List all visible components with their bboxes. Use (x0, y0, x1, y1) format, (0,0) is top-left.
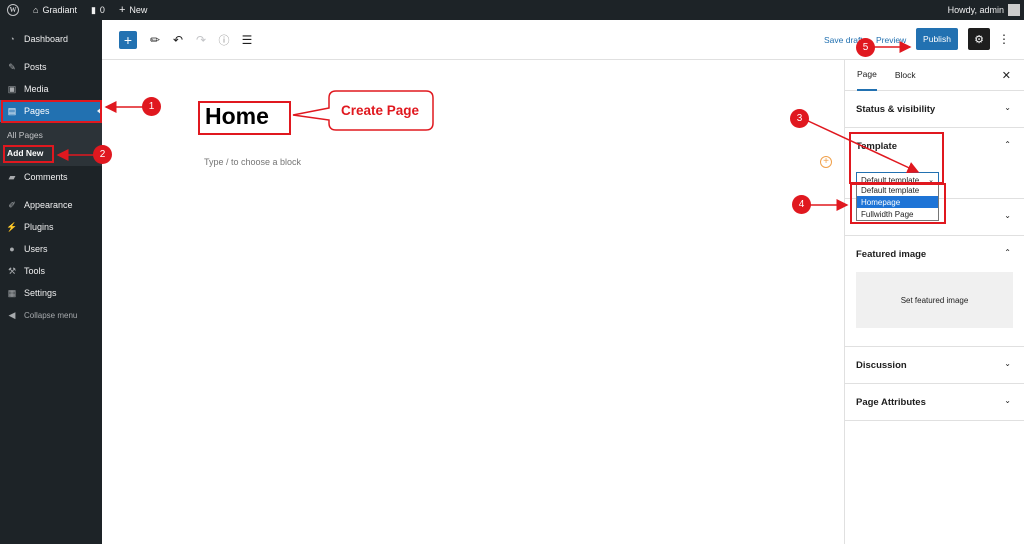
brush-icon: ✐ (8, 199, 16, 210)
tab-page[interactable]: Page (857, 60, 877, 91)
sidebar-item-users[interactable]: ● Users (0, 238, 102, 260)
add-block-button[interactable]: + (119, 31, 137, 49)
panel-tabs: Page Block ✕ (845, 60, 1024, 91)
discussion-section[interactable]: Discussion ⌄ (845, 347, 1024, 384)
chevron-down-icon: ⌄ (1004, 103, 1011, 112)
site-name-link[interactable]: ⌂ Gradiant (26, 0, 84, 20)
editor-toolbar: + ✏ ↶ ↷ ⓘ ☰ Save draft Preview Publish ⚙… (102, 20, 1024, 60)
tab-block[interactable]: Block (895, 70, 916, 80)
info-icon: ⓘ (218, 35, 230, 47)
plus-icon: + (118, 4, 126, 16)
publish-button[interactable]: Publish (916, 28, 958, 50)
pencil-icon: ✏ (149, 33, 161, 47)
sidebar-item-tools[interactable]: ⚒ Tools (0, 260, 102, 282)
details-button[interactable]: ⓘ (216, 31, 232, 49)
page-attributes-section[interactable]: Page Attributes ⌄ (845, 384, 1024, 421)
sidebar-item-media[interactable]: ▣ Media (0, 78, 102, 100)
pin-icon: ✎ (8, 61, 16, 72)
settings-icon: ▦ (7, 287, 17, 298)
collapse-menu-button[interactable]: ◀ Collapse menu (0, 304, 102, 326)
sidebar-item-appearance[interactable]: ✐ Appearance (0, 194, 102, 216)
chevron-down-icon: ⌄ (1004, 396, 1011, 405)
wrench-icon: ⚒ (7, 265, 17, 276)
sidebar-item-posts[interactable]: ✎ Posts (0, 56, 102, 78)
chevron-up-icon[interactable]: ⌃ (1004, 248, 1011, 257)
more-options-button[interactable]: ⋮ (998, 32, 1010, 46)
gear-icon: ⚙ (974, 33, 984, 46)
admin-sidebar: ◔ Dashboard ✎ Posts ▣ Media ▤ Pages All … (0, 20, 102, 544)
step-4-badge: 4 (792, 195, 811, 214)
highlight-template (849, 132, 944, 184)
highlight-template-options (850, 183, 946, 224)
settings-toggle-button[interactable]: ⚙ (968, 28, 990, 50)
highlight-pages (1, 100, 102, 123)
admin-bar: W ⌂ Gradiant ▮ 0 + New Howdy, admin (0, 0, 1024, 20)
user-icon: ● (9, 244, 15, 254)
close-icon[interactable]: ✕ (1002, 69, 1011, 82)
plus-icon: + (123, 32, 133, 48)
redo-icon: ↷ (195, 33, 207, 47)
media-icon: ▣ (7, 83, 17, 94)
sidebar-item-plugins[interactable]: ⚡ Plugins (0, 216, 102, 238)
set-featured-image-button[interactable]: Set featured image (856, 272, 1013, 328)
featured-image-section: Featured image ⌃ Set featured image (845, 236, 1024, 347)
wordpress-logo-icon[interactable]: W (0, 0, 26, 20)
preview-button[interactable]: Preview (876, 35, 906, 45)
list-view-button[interactable]: ☰ (239, 31, 255, 49)
kebab-icon: ⋮ (998, 32, 1010, 46)
collapse-arrow-icon: ◀ (8, 309, 16, 320)
redo-button[interactable]: ↷ (193, 31, 209, 49)
block-placeholder[interactable]: Type / to choose a block (204, 157, 301, 167)
plugin-icon: ⚡ (6, 221, 18, 232)
chevron-down-icon: ⌄ (1004, 359, 1011, 368)
sidebar-item-settings[interactable]: ▦ Settings (0, 282, 102, 304)
avatar (1008, 4, 1020, 16)
block-inserter-icon[interactable]: + (820, 156, 832, 168)
comments-link[interactable]: ▮ 0 (84, 0, 112, 20)
edit-tool-button[interactable]: ✏ (147, 31, 163, 49)
sidebar-item-dashboard[interactable]: ◔ Dashboard (0, 28, 102, 50)
comment-icon: ▰ (8, 171, 16, 182)
step-1-badge: 1 (142, 97, 161, 116)
new-content-link[interactable]: + New (112, 0, 154, 20)
chevron-up-icon[interactable]: ⌃ (1004, 140, 1011, 149)
sidebar-item-comments[interactable]: ▰ Comments (0, 166, 102, 188)
step-3-badge: 3 (790, 109, 809, 128)
status-visibility-section[interactable]: Status & visibility ⌄ (845, 91, 1024, 128)
home-icon: ⌂ (33, 5, 39, 15)
step-5-badge: 5 (856, 38, 875, 57)
submenu-all-pages[interactable]: All Pages (0, 126, 102, 144)
comment-bubble-icon: ▮ (90, 4, 96, 15)
list-view-icon: ☰ (241, 33, 253, 47)
dashboard-icon: ◔ (9, 34, 15, 44)
undo-button[interactable]: ↶ (170, 31, 186, 49)
create-page-callout: Create Page (340, 102, 420, 118)
step-2-badge: 2 (93, 145, 112, 164)
undo-icon: ↶ (172, 33, 184, 47)
highlight-add-new (3, 145, 54, 163)
highlight-title (198, 101, 291, 135)
chevron-down-icon: ⌄ (1004, 211, 1011, 220)
account-menu[interactable]: Howdy, admin (948, 4, 1024, 16)
